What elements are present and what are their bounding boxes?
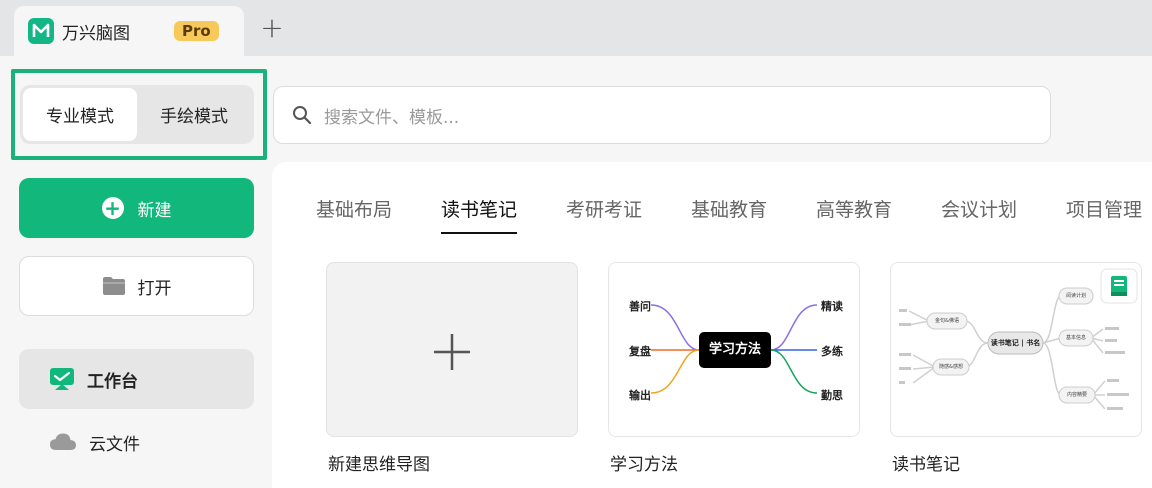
- mindmap-node: 复盘: [629, 345, 651, 358]
- mode-switch: 专业模式 手绘模式: [20, 85, 254, 144]
- mindmap-node: 内容精要: [1066, 392, 1087, 398]
- plus-icon: [433, 333, 471, 375]
- new-tab-button[interactable]: +: [258, 10, 286, 44]
- professional-mode-button[interactable]: 专业模式: [23, 88, 137, 141]
- mindmap-node: 随感&感想: [939, 364, 963, 370]
- template-card-study-method[interactable]: 学习方法 善问 复盘 输出 精读 多练 勤思: [608, 262, 860, 437]
- workbench-icon: [49, 367, 75, 391]
- tab-reading-notes[interactable]: 读书笔记: [441, 188, 518, 234]
- mindmap-node: 金句&佛语: [935, 318, 959, 324]
- mindmap-node: 基本信息: [1065, 335, 1086, 341]
- search-placeholder: 搜索文件、模板...: [324, 107, 460, 128]
- new-button[interactable]: + 新建: [19, 178, 254, 238]
- add-circle-icon: +: [101, 197, 124, 219]
- tab-meeting-plan[interactable]: 会议计划: [941, 188, 1017, 232]
- folder-icon: [102, 276, 126, 296]
- template-card-reading-notes[interactable]: 读书笔记 | 书名 金句&佛语 随感&感想 阅读计划 基本信息 内容精要: [890, 262, 1142, 437]
- hand-drawn-mode-button[interactable]: 手绘模式: [137, 88, 251, 141]
- tab-basic-education[interactable]: 基础教育: [691, 188, 767, 232]
- mindmap-node: 输出: [629, 389, 651, 402]
- tab-basic-layout[interactable]: 基础布局: [316, 188, 392, 232]
- new-button-label: 新建: [137, 200, 172, 221]
- sidebar-item-label: 云文件: [89, 434, 140, 455]
- mindmap-center-node: 读书笔记 | 书名: [990, 339, 1041, 347]
- search-input[interactable]: 搜索文件、模板...: [273, 86, 1051, 144]
- mindmap-node: 善问: [629, 300, 651, 313]
- book-icon: [1109, 275, 1129, 301]
- tab-higher-education[interactable]: 高等教育: [816, 188, 892, 232]
- sidebar-item-workbench[interactable]: 工作台: [19, 349, 254, 409]
- plus-icon: +: [260, 10, 284, 44]
- mindmap-node: 阅读计划: [1065, 293, 1086, 299]
- template-label: 学习方法: [610, 455, 678, 475]
- pro-badge[interactable]: Pro: [174, 21, 219, 41]
- mindmap-node: 精读: [821, 300, 843, 313]
- title-bar: 万兴脑图 Pro +: [0, 0, 1152, 56]
- cloud-icon: [49, 432, 77, 452]
- mindmap-center-node: 学习方法: [708, 342, 761, 357]
- app-tab[interactable]: 万兴脑图 Pro: [14, 6, 244, 56]
- mindmap-node: 多练: [821, 345, 843, 358]
- template-label: 新建思维导图: [328, 455, 430, 475]
- template-label: 读书笔记: [892, 455, 960, 475]
- open-button[interactable]: 打开: [19, 256, 254, 316]
- open-button-label: 打开: [137, 278, 172, 299]
- sidebar-item-label: 工作台: [87, 371, 138, 392]
- app-logo-icon: [28, 18, 54, 44]
- mindmap-node: 勤思: [821, 389, 843, 402]
- tab-project-management[interactable]: 项目管理: [1066, 188, 1142, 232]
- new-mindmap-card[interactable]: [326, 262, 578, 437]
- sidebar-item-cloud-files[interactable]: 云文件: [19, 412, 254, 472]
- app-title: 万兴脑图: [62, 23, 130, 44]
- search-icon: [292, 105, 312, 125]
- tab-exam-prep[interactable]: 考研考证: [566, 188, 642, 232]
